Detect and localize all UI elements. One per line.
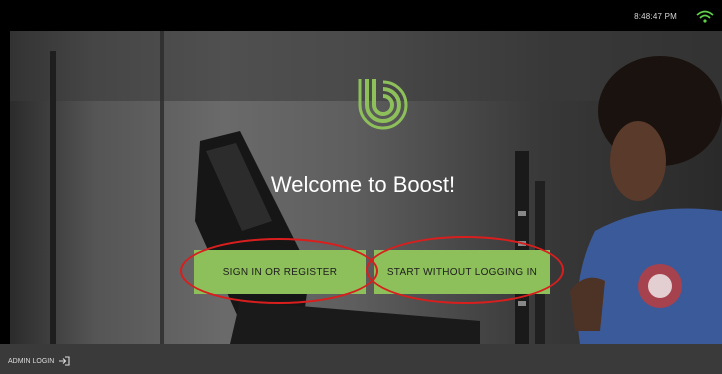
status-bar: 8:48:47 PM bbox=[0, 0, 722, 31]
admin-login-link[interactable]: ADMIN LOGIN bbox=[8, 356, 70, 366]
clock: 8:48:47 PM bbox=[634, 12, 677, 21]
login-arrow-icon bbox=[59, 356, 70, 366]
admin-login-label: ADMIN LOGIN bbox=[8, 357, 55, 365]
start-without-logging-in-button[interactable]: START WITHOUT LOGGING IN bbox=[374, 250, 550, 294]
sign-in-or-register-button[interactable]: SIGN IN OR REGISTER bbox=[194, 250, 366, 294]
footer-bar: ADMIN LOGIN bbox=[0, 344, 722, 374]
boost-logo-icon bbox=[358, 79, 408, 130]
welcome-title: Welcome to Boost! bbox=[270, 172, 456, 197]
wifi-icon bbox=[696, 10, 714, 23]
